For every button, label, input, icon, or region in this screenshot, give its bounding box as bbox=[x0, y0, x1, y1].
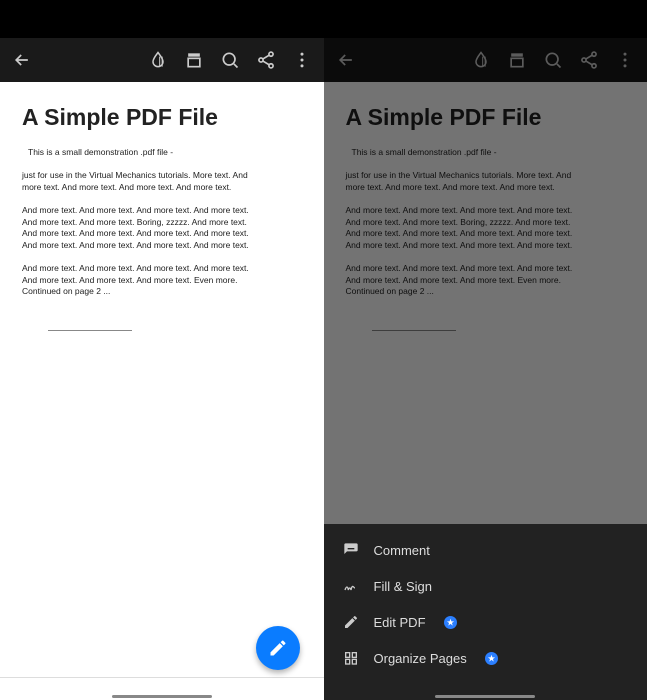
paragraph: And more text. And more text. And more t… bbox=[22, 205, 262, 251]
back-button[interactable] bbox=[330, 44, 362, 76]
paragraph: And more text. And more text. And more t… bbox=[346, 205, 586, 251]
sheet-item-comment[interactable]: Comment bbox=[324, 532, 647, 568]
liquid-mode-button[interactable] bbox=[465, 44, 497, 76]
horizontal-rule bbox=[48, 330, 132, 331]
liquid-mode-button[interactable] bbox=[142, 44, 174, 76]
system-nav-bar bbox=[435, 695, 535, 698]
paragraph: This is a small demonstration .pdf file … bbox=[22, 147, 262, 158]
share-icon bbox=[579, 50, 599, 70]
search-button[interactable] bbox=[537, 44, 569, 76]
sheet-item-label: Fill & Sign bbox=[374, 579, 433, 594]
overflow-menu-button[interactable] bbox=[609, 44, 641, 76]
overflow-menu-button[interactable] bbox=[286, 44, 318, 76]
droplet-icon bbox=[148, 50, 168, 70]
organize-pages-icon bbox=[342, 649, 360, 667]
share-icon bbox=[256, 50, 276, 70]
paragraph: And more text. And more text. And more t… bbox=[22, 263, 262, 297]
share-button[interactable] bbox=[573, 44, 605, 76]
page-divider bbox=[0, 677, 324, 678]
top-app-bar bbox=[324, 38, 647, 82]
horizontal-rule bbox=[372, 330, 456, 331]
share-button[interactable] bbox=[250, 44, 282, 76]
sign-icon bbox=[342, 577, 360, 595]
paragraph: just for use in the Virtual Mechanics tu… bbox=[346, 170, 586, 193]
pencil-icon bbox=[342, 613, 360, 631]
back-button[interactable] bbox=[6, 44, 38, 76]
star-icon bbox=[446, 618, 455, 627]
search-icon bbox=[220, 50, 240, 70]
paragraph: just for use in the Virtual Mechanics tu… bbox=[22, 170, 262, 193]
tools-bottom-sheet: Comment Fill & Sign Edit PDF Organize Pa… bbox=[324, 524, 647, 700]
premium-badge bbox=[444, 616, 457, 629]
view-settings-button[interactable] bbox=[178, 44, 210, 76]
pencil-icon bbox=[268, 638, 288, 658]
status-bar bbox=[324, 0, 647, 38]
arrow-back-icon bbox=[12, 50, 32, 70]
premium-badge bbox=[485, 652, 498, 665]
document-title: A Simple PDF File bbox=[22, 104, 302, 131]
sheet-item-fill-sign[interactable]: Fill & Sign bbox=[324, 568, 647, 604]
paragraph: This is a small demonstration .pdf file … bbox=[346, 147, 586, 158]
pdf-page[interactable]: A Simple PDF File This is a small demons… bbox=[0, 82, 324, 700]
right-screenshot: A Simple PDF File This is a small demons… bbox=[324, 0, 647, 700]
droplet-icon bbox=[471, 50, 491, 70]
status-bar bbox=[0, 0, 324, 38]
top-app-bar bbox=[0, 38, 324, 82]
paragraph: And more text. And more text. And more t… bbox=[346, 263, 586, 297]
sheet-item-label: Comment bbox=[374, 543, 430, 558]
page-view-icon bbox=[184, 50, 204, 70]
sheet-item-label: Edit PDF bbox=[374, 615, 426, 630]
sheet-item-label: Organize Pages bbox=[374, 651, 467, 666]
arrow-back-icon bbox=[336, 50, 356, 70]
view-settings-button[interactable] bbox=[501, 44, 533, 76]
search-icon bbox=[543, 50, 563, 70]
more-vert-icon bbox=[292, 50, 312, 70]
sheet-item-edit-pdf[interactable]: Edit PDF bbox=[324, 604, 647, 640]
comment-icon bbox=[342, 541, 360, 559]
system-nav-bar bbox=[112, 695, 212, 698]
sheet-item-organize-pages[interactable]: Organize Pages bbox=[324, 640, 647, 676]
left-screenshot: A Simple PDF File This is a small demons… bbox=[0, 0, 324, 700]
edit-fab[interactable] bbox=[256, 626, 300, 670]
page-view-icon bbox=[507, 50, 527, 70]
star-icon bbox=[487, 654, 496, 663]
document-title: A Simple PDF File bbox=[346, 104, 626, 131]
search-button[interactable] bbox=[214, 44, 246, 76]
more-vert-icon bbox=[615, 50, 635, 70]
